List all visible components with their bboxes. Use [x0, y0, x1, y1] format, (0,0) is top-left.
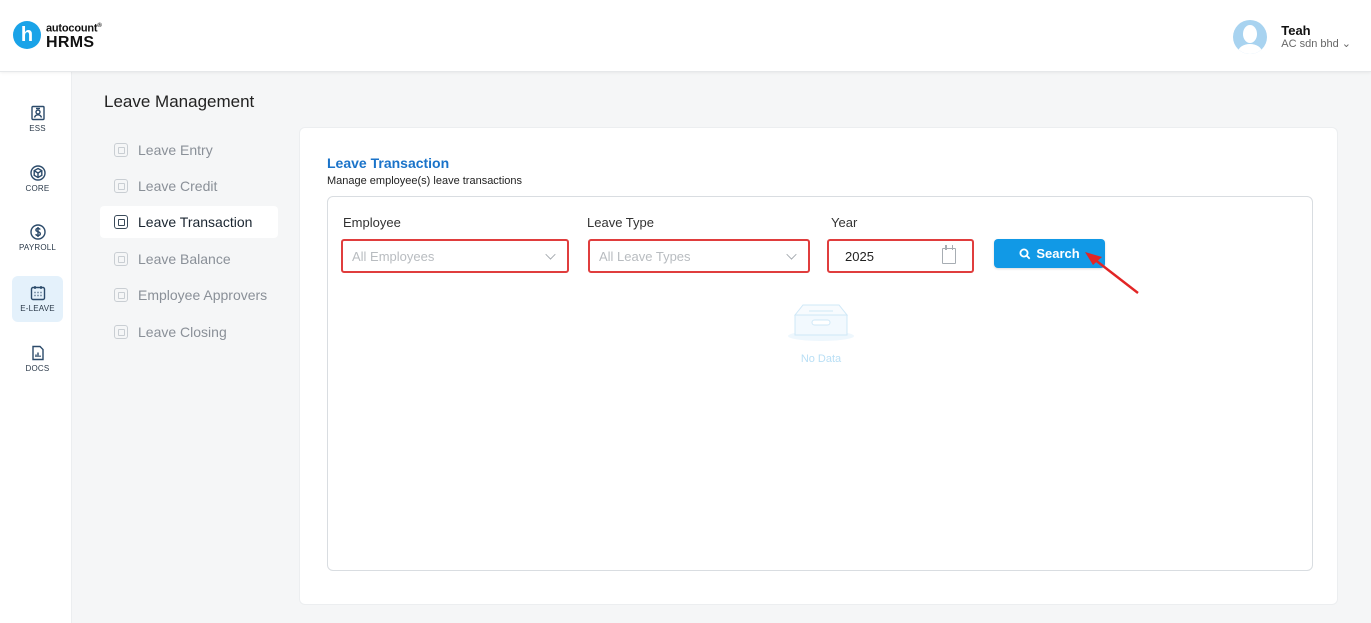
id-card-icon — [30, 105, 45, 121]
employee-placeholder: All Employees — [352, 248, 435, 264]
chevron-down-icon: ⌄ — [1341, 38, 1351, 50]
document-chart-icon — [31, 345, 44, 361]
empty-state-text: No Data — [800, 353, 842, 365]
menu-item-label: Leave Closing — [138, 324, 227, 340]
rail-item-payroll[interactable]: PAYROLL — [12, 215, 63, 261]
menu-item-leave-credit[interactable]: Leave Credit — [100, 170, 278, 202]
leave-type-label: Leave Type — [587, 215, 654, 230]
form-icon — [114, 252, 128, 266]
menu-item-label: Leave Balance — [138, 251, 231, 267]
chevron-down-icon — [786, 249, 797, 260]
annotation-arrow — [1085, 252, 1139, 294]
module-rail: ESS CORE PAYROLL E-LEAVE DOCS — [0, 72, 72, 623]
user-menu[interactable]: Teah AC sdn bhd ⌄ — [1233, 20, 1351, 54]
company-name: AC sdn bhd — [1281, 38, 1339, 50]
page-title: Leave Transaction — [327, 155, 450, 171]
calendar-icon — [30, 286, 45, 301]
logo-product: HRMS — [46, 33, 95, 51]
menu-item-leave-balance[interactable]: Leave Balance — [100, 243, 278, 275]
form-icon — [114, 179, 128, 193]
menu-item-leave-entry[interactable]: Leave Entry — [100, 134, 278, 166]
form-icon — [114, 143, 128, 157]
cube-icon — [29, 165, 46, 181]
section-title: Leave Management — [104, 92, 255, 111]
leave-type-placeholder: All Leave Types — [599, 248, 691, 264]
menu-item-label: Leave Transaction — [138, 214, 253, 230]
logo-icon: h — [13, 21, 41, 50]
menu-item-label: Leave Credit — [138, 178, 218, 194]
rail-label-payroll: PAYROLL — [18, 243, 57, 252]
form-icon — [114, 215, 128, 229]
page-subtitle: Manage employee(s) leave transactions — [327, 175, 523, 187]
year-label: Year — [831, 215, 858, 230]
year-picker[interactable]: 2025 — [827, 239, 974, 273]
form-icon — [114, 325, 128, 339]
rail-label-docs: DOCS — [25, 364, 50, 373]
rail-item-e-leave[interactable]: E-LEAVE — [12, 276, 63, 322]
chevron-down-icon — [545, 249, 556, 260]
top-header: h autocount® HRMS Teah AC sdn bhd ⌄ — [0, 0, 1371, 72]
form-icon — [114, 288, 128, 302]
calendar-icon — [942, 245, 956, 264]
year-value: 2025 — [845, 248, 874, 264]
rail-label-core: CORE — [25, 184, 50, 193]
menu-item-leave-transaction[interactable]: Leave Transaction — [100, 206, 278, 238]
rail-label-e-leave: E-LEAVE — [20, 304, 55, 313]
rail-item-ess[interactable]: ESS — [12, 96, 63, 142]
menu-item-leave-closing[interactable]: Leave Closing — [100, 316, 278, 348]
menu-item-label: Employee Approvers — [138, 287, 268, 303]
rail-item-docs[interactable]: DOCS — [12, 336, 63, 382]
search-button-label: Search — [1036, 246, 1080, 261]
filter-panel: Employee All Employees Leave Type All Le… — [327, 196, 1313, 571]
dollar-icon — [29, 224, 46, 240]
rail-item-core[interactable]: CORE — [12, 156, 63, 202]
empty-box-icon — [788, 304, 854, 341]
logo-brand-mark: ® — [97, 23, 102, 29]
menu-item-employee-approvers[interactable]: Employee Approvers — [100, 279, 278, 311]
avatar[interactable] — [1233, 20, 1268, 54]
logo-brand: autocount — [46, 22, 98, 35]
user-name: Teah — [1281, 23, 1311, 38]
empty-state: No Data — [774, 301, 868, 365]
rail-label-ess: ESS — [29, 124, 46, 133]
search-icon — [1019, 248, 1031, 259]
employee-select[interactable]: All Employees — [341, 239, 569, 273]
leave-type-select[interactable]: All Leave Types — [588, 239, 810, 273]
menu-item-label: Leave Entry — [138, 142, 213, 158]
main-card: Leave Transaction Manage employee(s) lea… — [299, 127, 1338, 605]
app-logo[interactable]: h autocount® HRMS — [13, 20, 102, 51]
employee-label: Employee — [343, 215, 401, 230]
